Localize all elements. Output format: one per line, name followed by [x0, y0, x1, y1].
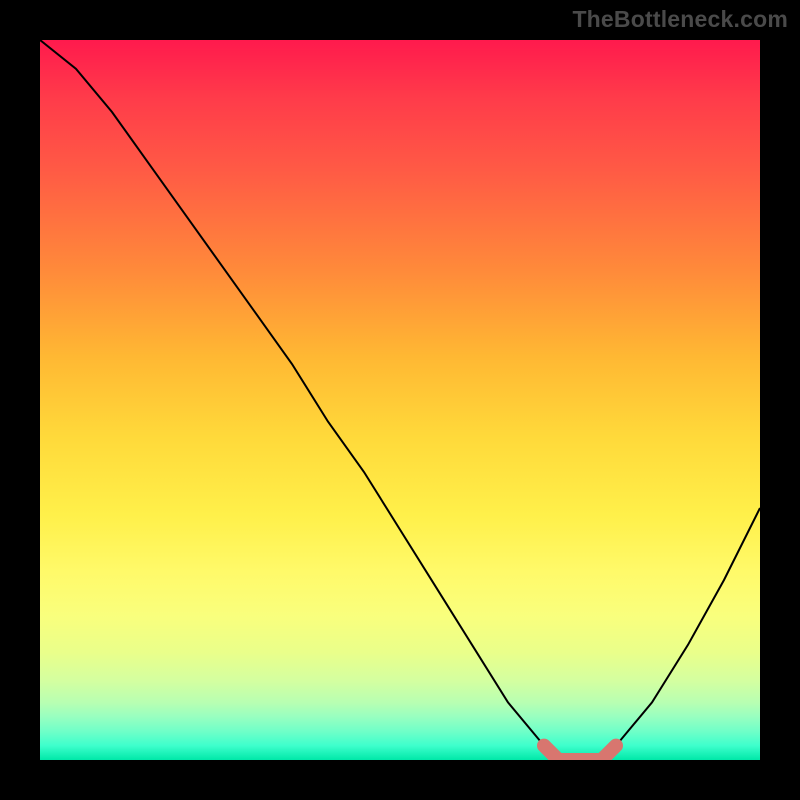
watermark-text: TheBottleneck.com	[572, 6, 788, 33]
plot-area	[40, 40, 760, 760]
bottleneck-curve	[40, 40, 760, 760]
chart-frame: TheBottleneck.com	[0, 0, 800, 800]
optimal-range-marker	[544, 746, 616, 760]
curve-layer	[40, 40, 760, 760]
